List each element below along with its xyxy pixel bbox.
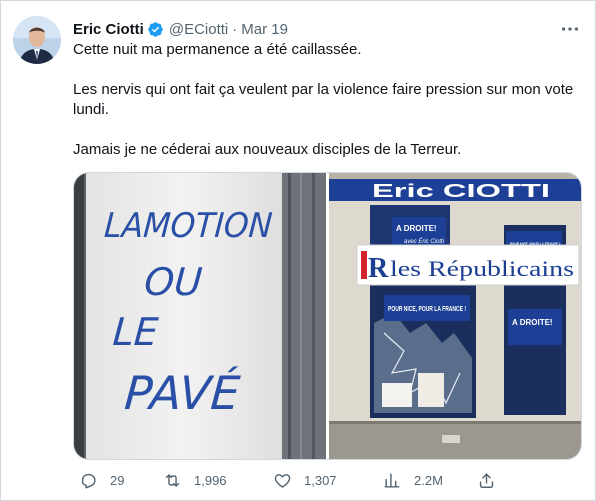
avatar[interactable] xyxy=(13,16,61,64)
reply-count: 29 xyxy=(110,472,125,488)
lr-banner-text: les Républicains xyxy=(390,256,574,281)
verified-badge-icon xyxy=(148,21,163,37)
graffiti-line: LAMOTION xyxy=(103,206,274,246)
more-icon[interactable] xyxy=(559,18,581,40)
tweet-date[interactable]: Mar 19 xyxy=(241,21,288,38)
author-name[interactable]: Eric Ciotti xyxy=(73,21,144,38)
poster-a-droite-right: A DROITE! xyxy=(512,318,553,327)
media-photo-storefront[interactable]: Eric CIOTTI A DROITE! avec Éric Ciotti P… xyxy=(329,173,581,459)
tweet-card[interactable]: Eric Ciotti @ECiotti · Mar 19 Cette nuit… xyxy=(0,0,596,501)
tweet-paragraph: Jamais je ne céderai aux nouveaux discip… xyxy=(73,141,462,158)
tweet-media[interactable]: LAMOTION OU LE PAVÉ Eric CIOTTI A DROITE… xyxy=(73,172,582,460)
reply-button[interactable]: 29 xyxy=(79,468,124,492)
poster-a-droite-sub: avec Éric Ciotti xyxy=(404,238,445,245)
action-bar: 29 1,996 1,307 2.2M xyxy=(73,468,578,492)
tweet-paragraph: Cette nuit ma permanence a été caillassé… xyxy=(73,41,362,58)
tweet-text: Cette nuit ma permanence a été caillassé… xyxy=(73,40,578,160)
views-count: 2.2M xyxy=(414,472,443,488)
poster-pour-nice-left: POUR NICE, POUR LA FRANCE ! xyxy=(388,304,466,313)
share-icon xyxy=(479,472,494,488)
storefront-sign: Eric CIOTTI xyxy=(372,181,550,201)
graffiti-line: OU xyxy=(143,260,204,304)
retweet-button[interactable]: 1,996 xyxy=(163,468,227,492)
retweet-count: 1,996 xyxy=(194,472,227,488)
views-icon xyxy=(384,472,400,488)
like-icon xyxy=(274,473,291,488)
tweet-paragraph: Les nervis qui ont fait ça veulent par l… xyxy=(73,81,574,118)
poster-a-droite: A DROITE! xyxy=(396,224,437,233)
graffiti-line: LE xyxy=(111,310,159,354)
lr-logo: R xyxy=(368,253,389,284)
like-count: 1,307 xyxy=(304,472,337,488)
header-separator: · xyxy=(232,20,238,38)
media-photo-graffiti[interactable]: LAMOTION OU LE PAVÉ xyxy=(74,173,326,459)
retweet-icon xyxy=(165,473,180,487)
views-button[interactable]: 2.2M xyxy=(383,468,443,492)
share-button[interactable] xyxy=(477,468,496,492)
tweet-header: Eric Ciotti @ECiotti · Mar 19 xyxy=(73,19,555,39)
like-button[interactable]: 1,307 xyxy=(273,468,337,492)
author-handle[interactable]: @ECiotti xyxy=(169,21,228,38)
graffiti-line: PAVÉ xyxy=(123,366,242,420)
reply-icon xyxy=(81,473,96,488)
